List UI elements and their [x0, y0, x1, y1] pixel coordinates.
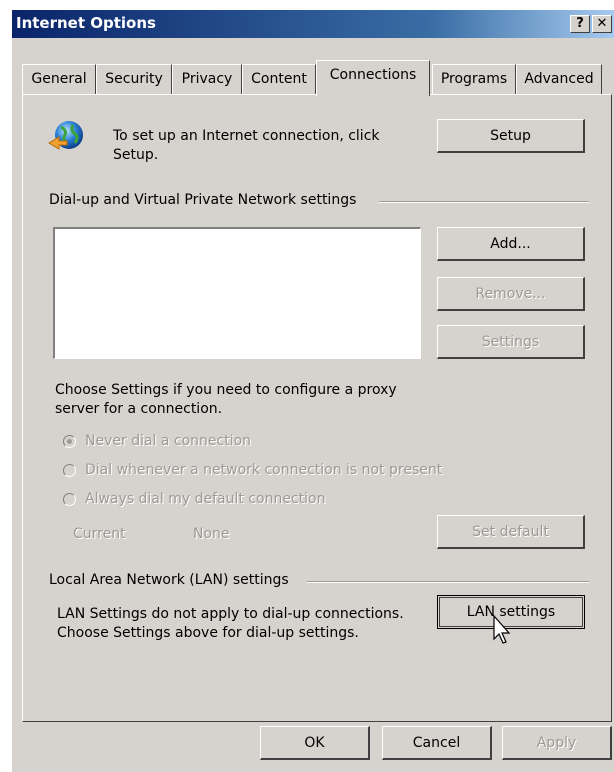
internet-options-dialog: Internet Options ? ✕ General Security Pr…: [12, 10, 614, 772]
radio-dial-whenever-label[interactable]: Dial whenever a network connection is no…: [85, 461, 442, 480]
tab-security[interactable]: Security: [96, 64, 172, 94]
radio-always-dial[interactable]: [63, 493, 76, 506]
tab-programs[interactable]: Programs: [432, 64, 516, 94]
radio-never-dial-label[interactable]: Never dial a connection: [85, 432, 251, 451]
set-default-button[interactable]: Set default: [437, 515, 585, 549]
globe-icon: [45, 117, 85, 157]
dialup-divider: [379, 201, 589, 203]
window-title: Internet Options: [16, 14, 156, 32]
current-value: None: [193, 526, 230, 542]
tab-privacy[interactable]: Privacy: [172, 64, 242, 94]
dialup-group-heading: Dial-up and Virtual Private Network sett…: [49, 192, 357, 208]
mouse-cursor-icon: [493, 614, 513, 645]
setup-description: To set up an Internet connection, click …: [113, 128, 380, 163]
add-button[interactable]: Add...: [437, 227, 585, 261]
current-label: Current: [73, 526, 126, 542]
settings-button[interactable]: Settings: [437, 325, 585, 359]
tab-content[interactable]: Content: [242, 64, 316, 94]
title-bar[interactable]: Internet Options ? ✕: [12, 10, 614, 38]
connections-listbox[interactable]: [53, 227, 421, 359]
radio-dial-whenever[interactable]: [63, 464, 76, 477]
cancel-button[interactable]: Cancel: [382, 726, 492, 760]
radio-always-dial-label[interactable]: Always dial my default connection: [85, 490, 325, 509]
help-button[interactable]: ?: [570, 15, 590, 33]
tab-general[interactable]: General: [22, 64, 96, 94]
tab-advanced[interactable]: Advanced: [516, 64, 602, 94]
lan-description: LAN Settings do not apply to dial-up con…: [57, 606, 404, 641]
setup-button[interactable]: Setup: [437, 119, 585, 153]
tab-connections[interactable]: Connections: [316, 60, 430, 96]
ok-button[interactable]: OK: [260, 726, 370, 760]
lan-divider: [307, 581, 589, 583]
close-icon: ✕: [596, 16, 608, 31]
lan-group-heading: Local Area Network (LAN) settings: [49, 572, 289, 588]
radio-never-dial[interactable]: [63, 435, 76, 448]
remove-button[interactable]: Remove...: [437, 277, 585, 311]
close-button[interactable]: ✕: [592, 15, 612, 33]
connections-panel: To set up an Internet connection, click …: [22, 94, 612, 722]
proxy-description: Choose Settings if you need to configure…: [55, 382, 397, 417]
apply-button[interactable]: Apply: [502, 726, 612, 760]
